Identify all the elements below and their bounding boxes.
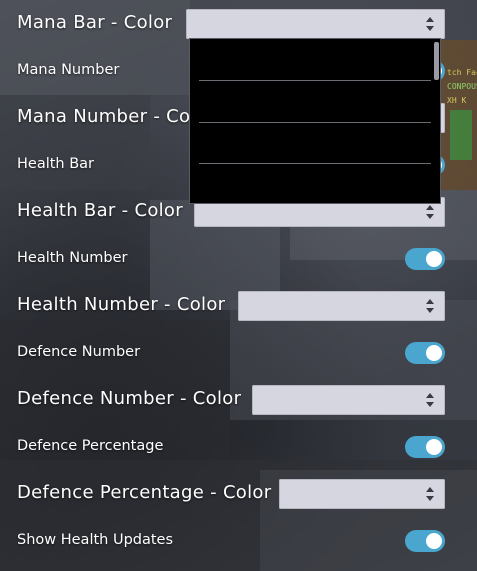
defence-number-label: Defence Number: [17, 344, 141, 360]
toggle-knob: [426, 251, 442, 267]
defence-percentage-color-select[interactable]: [279, 479, 445, 509]
dropdown-divider: [199, 122, 431, 123]
mana-bar-color-label: Mana Bar - Color: [17, 12, 173, 33]
health-number-toggle[interactable]: [405, 248, 445, 270]
up-down-arrows-icon: [425, 15, 435, 33]
toggle-knob: [426, 533, 442, 549]
mana-number-label: Mana Number: [17, 62, 120, 78]
defence-number-color-select[interactable]: [252, 385, 445, 415]
health-bar-label: Health Bar: [17, 156, 95, 172]
color-dropdown-list[interactable]: [189, 38, 441, 204]
health-number-color-select[interactable]: [238, 291, 445, 321]
health-number-color-label: Health Number - Color: [17, 294, 226, 315]
mana-number-color-label: Mana Number - Color: [17, 106, 215, 127]
defence-percentage-color-label: Defence Percentage - Color: [17, 482, 272, 503]
health-number-label: Health Number: [17, 250, 128, 266]
show-health-updates-label: Show Health Updates: [17, 532, 174, 548]
health-bar-color-label: Health Bar - Color: [17, 200, 183, 221]
defence-percentage-toggle[interactable]: [405, 436, 445, 458]
dropdown-divider: [199, 163, 431, 164]
mana-bar-color-select[interactable]: [186, 9, 445, 39]
show-health-updates-toggle[interactable]: [405, 530, 445, 552]
defence-percentage-label: Defence Percentage: [17, 438, 164, 454]
up-down-arrows-icon: [425, 485, 435, 503]
up-down-arrows-icon: [425, 203, 435, 221]
dropdown-scrollbar[interactable]: [434, 42, 439, 80]
toggle-knob: [426, 345, 442, 361]
up-down-arrows-icon: [425, 391, 435, 409]
defence-number-color-label: Defence Number - Color: [17, 388, 242, 409]
dropdown-divider: [199, 80, 431, 81]
hud-text-2: CONPOUS: [447, 82, 477, 91]
defence-number-toggle[interactable]: [405, 342, 445, 364]
hud-text-1: tch Fac: [447, 68, 477, 77]
hud-text-3: XH K: [447, 96, 467, 105]
up-down-arrows-icon: [425, 297, 435, 315]
toggle-knob: [426, 439, 442, 455]
